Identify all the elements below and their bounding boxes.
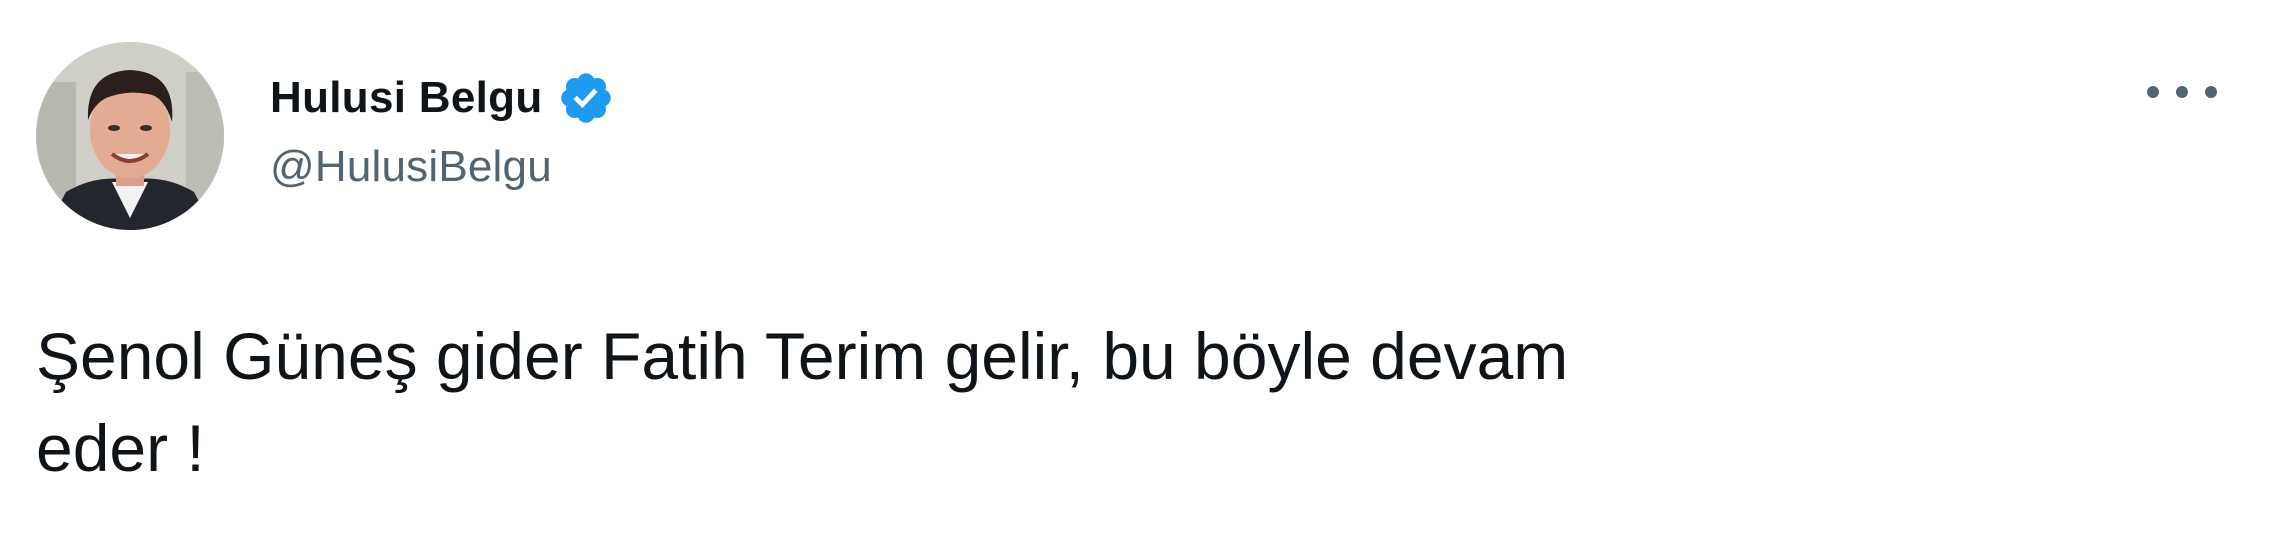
author-display-name[interactable]: Hulusi Belgu — [270, 73, 543, 123]
author-handle[interactable]: @HulusiBelgu — [270, 142, 615, 192]
tweet-card: Hulusi Belgu @HulusiBelgu Şenol Güneş gi… — [0, 0, 2269, 555]
tweet-text: Şenol Güneş gider Fatih Terim gelir, bu … — [36, 319, 1569, 485]
author-name-row: Hulusi Belgu — [270, 68, 615, 128]
profile-photo-icon — [36, 42, 224, 230]
more-dot — [2176, 86, 2188, 98]
more-options-icon[interactable] — [2147, 72, 2217, 112]
more-dot — [2205, 86, 2217, 98]
verified-badge-icon — [557, 69, 615, 127]
author-block: Hulusi Belgu @HulusiBelgu — [270, 68, 615, 192]
author-avatar[interactable] — [36, 42, 224, 230]
more-dot — [2147, 86, 2159, 98]
